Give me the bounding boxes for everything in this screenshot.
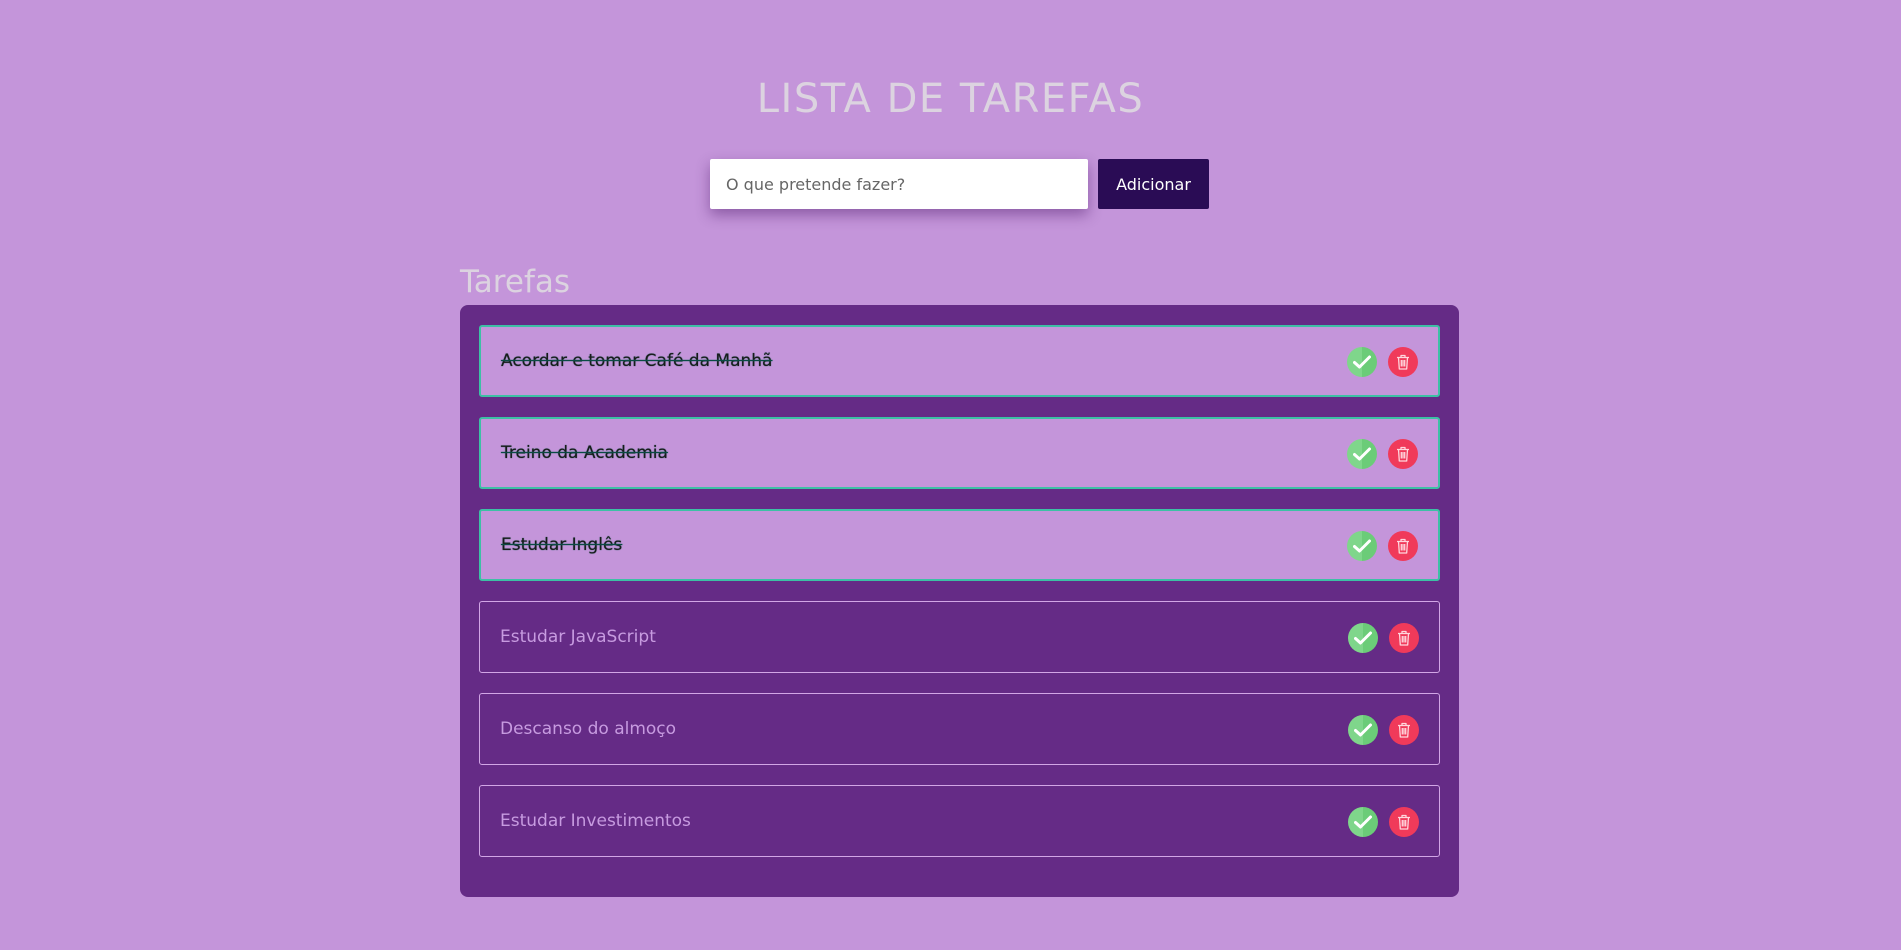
trash-icon[interactable] — [1388, 347, 1418, 377]
trash-icon[interactable] — [1389, 623, 1419, 653]
task-actions — [1348, 623, 1419, 653]
task-item: Treino da Academia — [479, 417, 1440, 489]
task-label: Treino da Academia — [501, 443, 668, 463]
add-task-form: Adicionar — [710, 159, 1209, 209]
add-button[interactable]: Adicionar — [1098, 159, 1209, 209]
task-item: Descanso do almoço — [479, 693, 1440, 765]
task-label: Acordar e tomar Café da Manhã — [501, 351, 773, 371]
tasks-heading: Tarefas — [460, 264, 570, 300]
check-icon[interactable] — [1348, 807, 1378, 837]
task-input[interactable] — [710, 159, 1088, 209]
check-icon[interactable] — [1347, 531, 1377, 561]
check-icon[interactable] — [1348, 623, 1378, 653]
check-icon[interactable] — [1347, 439, 1377, 469]
task-item: Estudar JavaScript — [479, 601, 1440, 673]
trash-icon[interactable] — [1389, 807, 1419, 837]
task-actions — [1348, 807, 1419, 837]
task-actions — [1347, 531, 1418, 561]
task-item: Estudar Investimentos — [479, 785, 1440, 857]
trash-icon[interactable] — [1389, 715, 1419, 745]
trash-icon[interactable] — [1388, 439, 1418, 469]
task-label: Estudar Investimentos — [500, 811, 691, 831]
check-icon[interactable] — [1348, 715, 1378, 745]
task-actions — [1347, 439, 1418, 469]
task-label: Estudar JavaScript — [500, 627, 656, 647]
task-item: Estudar Inglês — [479, 509, 1440, 581]
task-label: Estudar Inglês — [501, 535, 623, 555]
task-actions — [1348, 715, 1419, 745]
tasks-panel: Acordar e tomar Café da Manhã Treino da … — [460, 305, 1459, 897]
check-icon[interactable] — [1347, 347, 1377, 377]
task-label: Descanso do almoço — [500, 719, 677, 739]
trash-icon[interactable] — [1388, 531, 1418, 561]
task-item: Acordar e tomar Café da Manhã — [479, 325, 1440, 397]
page-title: LISTA DE TAREFAS — [756, 76, 1145, 122]
task-actions — [1347, 347, 1418, 377]
